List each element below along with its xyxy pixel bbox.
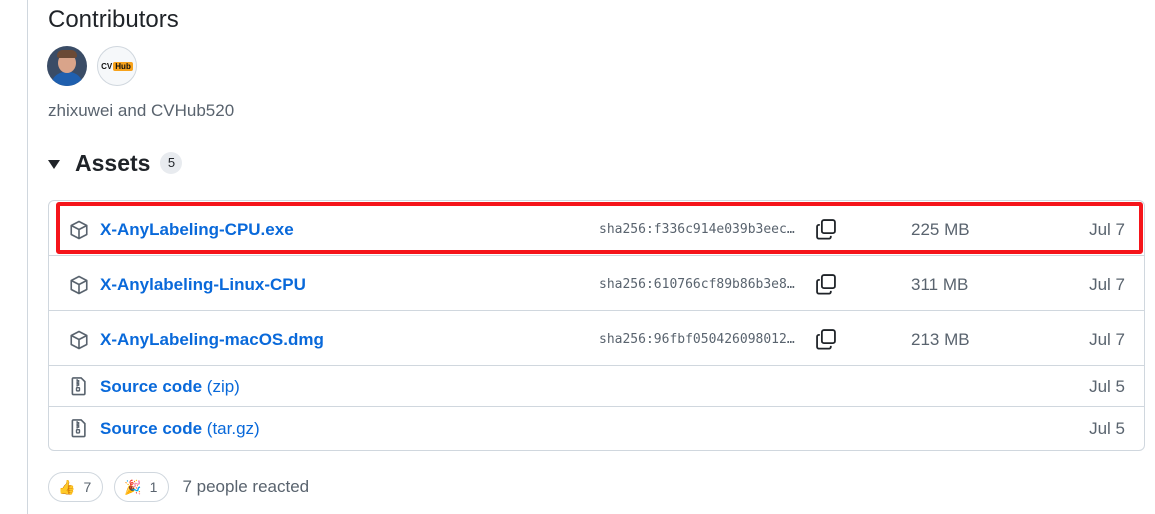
asset-size: 311 MB bbox=[911, 275, 969, 294]
asset-row: X-AnyLabeling-CPU.exe sha256:f336c914e03… bbox=[49, 201, 1144, 256]
avatar-zhixuwei[interactable] bbox=[47, 46, 87, 86]
asset-date: Jul 5 bbox=[1089, 377, 1125, 396]
asset-date: Jul 7 bbox=[1089, 330, 1125, 349]
asset-row: X-AnyLabeling-macOS.dmg sha256:96fbf0504… bbox=[49, 311, 1144, 366]
reaction-count: 1 bbox=[149, 479, 158, 495]
asset-date: Jul 5 bbox=[1089, 419, 1125, 438]
asset-date: Jul 7 bbox=[1089, 220, 1125, 239]
package-icon bbox=[70, 220, 88, 240]
copy-icon[interactable] bbox=[815, 218, 837, 240]
cvhub-logo-cv: CV bbox=[101, 61, 113, 71]
assets-count-badge: 5 bbox=[160, 152, 183, 174]
reaction-count: 7 bbox=[83, 479, 92, 495]
asset-link-cpu-exe[interactable]: X-AnyLabeling-CPU.exe bbox=[100, 219, 294, 241]
asset-sha: sha256:96fbf050426098012… bbox=[599, 332, 795, 347]
asset-size: 225 MB bbox=[911, 220, 970, 239]
asset-row: Source code (zip) Jul 5 bbox=[49, 366, 1144, 407]
package-icon bbox=[70, 275, 88, 295]
contributors-names: zhixuwei and CVHub520 bbox=[48, 101, 235, 120]
source-code-label: Source code bbox=[100, 377, 203, 396]
avatar-shirt bbox=[51, 72, 83, 86]
asset-sha: sha256:610766cf89b86b3e8… bbox=[599, 277, 795, 292]
copy-icon[interactable] bbox=[815, 273, 837, 295]
asset-row: Source code (tar.gz) Jul 5 bbox=[49, 407, 1144, 450]
thumbs-up-reaction-button[interactable]: 👍 7 bbox=[48, 472, 104, 502]
contributors-heading: Contributors bbox=[48, 6, 179, 33]
asset-date: Jul 7 bbox=[1089, 275, 1125, 294]
reactions-bar: 👍 7 🎉 1 7 people reacted bbox=[48, 472, 309, 502]
file-zip-icon bbox=[71, 377, 86, 396]
contributors-avatars: CV Hub bbox=[47, 46, 137, 86]
asset-link-linux-cpu[interactable]: X-Anylabeling-Linux-CPU bbox=[100, 274, 306, 296]
avatar-hair bbox=[57, 50, 77, 58]
asset-sha: sha256:f336c914e039b3eec… bbox=[599, 222, 795, 237]
reactions-summary: 7 people reacted bbox=[182, 477, 310, 496]
thumbs-up-icon: 👍 bbox=[58, 479, 76, 495]
avatar-cvhub520[interactable]: CV Hub bbox=[97, 46, 137, 86]
file-zip-icon bbox=[71, 419, 86, 438]
cvhub-logo-hub: Hub bbox=[113, 61, 133, 71]
source-code-targz-link[interactable]: Source code (tar.gz) bbox=[100, 418, 260, 440]
asset-link-macos-dmg[interactable]: X-AnyLabeling-macOS.dmg bbox=[100, 329, 324, 351]
left-divider bbox=[27, 0, 28, 514]
tada-icon: 🎉 bbox=[124, 479, 142, 495]
asset-size: 213 MB bbox=[911, 330, 970, 349]
asset-row: X-Anylabeling-Linux-CPU sha256:610766cf8… bbox=[49, 256, 1144, 311]
package-icon bbox=[70, 330, 88, 350]
source-format-zip: (zip) bbox=[206, 377, 240, 396]
caret-down-icon bbox=[48, 160, 60, 169]
assets-toggle[interactable]: Assets 5 bbox=[48, 149, 183, 177]
source-code-label: Source code bbox=[100, 419, 203, 438]
tada-reaction-button[interactable]: 🎉 1 bbox=[114, 472, 170, 502]
assets-list: X-AnyLabeling-CPU.exe sha256:f336c914e03… bbox=[48, 200, 1145, 451]
assets-heading: Assets bbox=[75, 150, 151, 176]
copy-icon[interactable] bbox=[815, 328, 837, 350]
source-code-zip-link[interactable]: Source code (zip) bbox=[100, 376, 240, 398]
source-format-targz: (tar.gz) bbox=[206, 419, 260, 438]
